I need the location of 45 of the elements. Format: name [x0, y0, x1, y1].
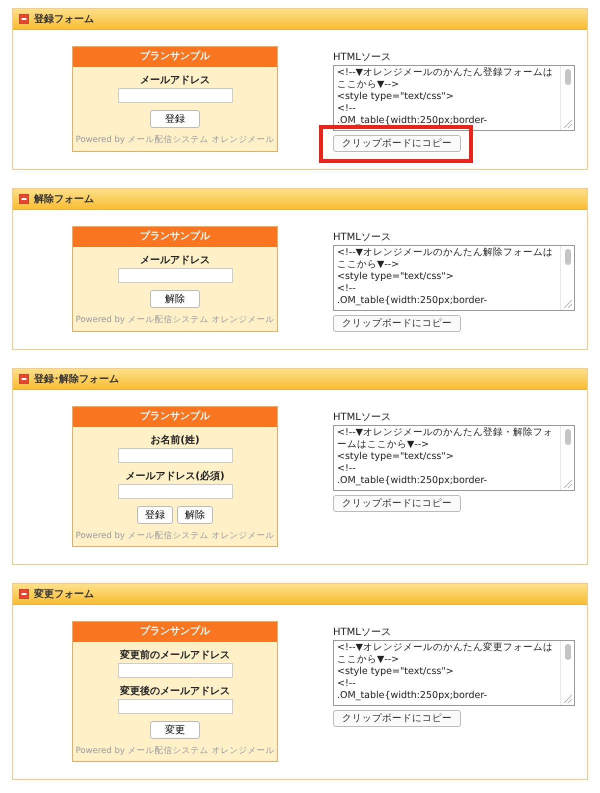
field-label: メールアドレス — [140, 254, 210, 267]
input-field[interactable] — [118, 448, 232, 463]
section-title: 変更フォーム — [34, 587, 94, 601]
field-label: 変更前のメールアドレス — [120, 648, 230, 662]
section-title: 解除フォーム — [34, 192, 94, 206]
input-field[interactable] — [118, 663, 232, 678]
copy-button[interactable]: クリップボードにコピー — [333, 135, 461, 152]
submit-button[interactable]: 解除 — [177, 506, 213, 524]
source-label: HTMLソース — [333, 51, 391, 64]
card-title: プランサンプル — [73, 622, 277, 642]
source-textarea[interactable]: <!--▼オレンジメールのかんたん登録フォームはここから▼--> <style type="text/css"> <!-- .OM_table{width:250px;border- — [333, 65, 575, 131]
minus-icon[interactable] — [19, 194, 29, 204]
source-textarea[interactable]: <!--▼オレンジメールのかんたん変更フォームはここから▼--> <style type="text/css"> <!-- .OM_table{width:250px;border- — [333, 640, 575, 706]
source-label: HTMLソース — [333, 626, 391, 639]
card-title: プランサンプル — [73, 47, 277, 67]
source-textarea[interactable]: <!--▼オレンジメールのかんたん登録・解除フォームはここから▼--> <style type="text/css"> <!-- .OM_table{width:250px;border- — [333, 425, 575, 491]
submit-button[interactable]: 登録 — [150, 110, 200, 128]
submit-button[interactable]: 登録 — [137, 506, 173, 524]
minus-icon[interactable] — [19, 374, 29, 384]
copy-button[interactable]: クリップボードにコピー — [333, 710, 461, 727]
powered-by-text: Powered by メール配信システム オレンジメール — [76, 745, 274, 757]
section-title: 登録フォーム — [34, 12, 94, 26]
source-label: HTMLソース — [333, 231, 391, 244]
powered-by-text: Powered by メール配信システム オレンジメール — [76, 530, 274, 542]
minus-icon[interactable] — [19, 14, 29, 24]
field-label: お名前(姓) — [150, 434, 200, 447]
powered-by-text: Powered by メール配信システム オレンジメール — [76, 134, 274, 146]
input-field[interactable] — [118, 484, 232, 499]
input-field[interactable] — [118, 88, 232, 103]
field-label: 変更後のメールアドレス — [120, 684, 230, 698]
powered-by-text: Powered by メール配信システム オレンジメール — [76, 314, 274, 326]
copy-button[interactable]: クリップボードにコピー — [333, 495, 461, 512]
input-field[interactable] — [118, 699, 232, 714]
section-title: 登録･解除フォーム — [34, 372, 119, 386]
source-label: HTMLソース — [333, 411, 391, 424]
submit-button[interactable]: 変更 — [150, 721, 200, 739]
submit-button[interactable]: 解除 — [150, 290, 200, 308]
field-label: メールアドレス(必須) — [125, 470, 225, 483]
field-label: メールアドレス — [140, 74, 210, 87]
minus-icon[interactable] — [19, 589, 29, 599]
card-title: プランサンプル — [73, 407, 277, 427]
source-textarea[interactable]: <!--▼オレンジメールのかんたん解除フォームはここから▼--> <style type="text/css"> <!-- .OM_table{width:250px;border- — [333, 245, 575, 311]
copy-button[interactable]: クリップボードにコピー — [333, 315, 461, 332]
input-field[interactable] — [118, 268, 232, 283]
card-title: プランサンプル — [73, 227, 277, 247]
